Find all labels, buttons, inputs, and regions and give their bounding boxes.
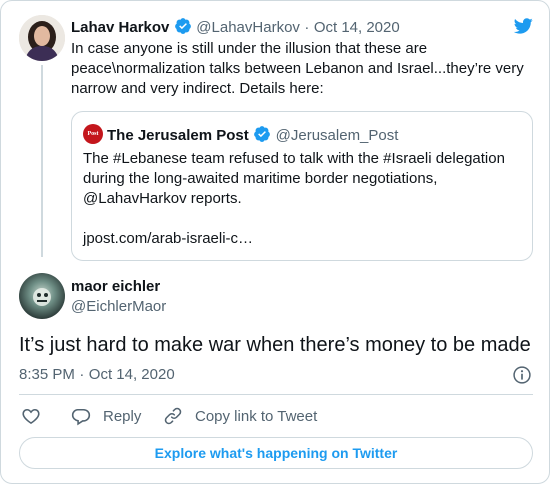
verified-badge-icon (254, 126, 271, 142)
main-tweet-timestamp[interactable]: 8:35 PM · Oct 14, 2020 (19, 366, 175, 384)
reply-bubble-icon (71, 408, 91, 426)
parent-tweet-header: Lahav Harkov @LahavHarkov · Oct 14, 2020 (71, 17, 400, 38)
like-button[interactable] (21, 406, 53, 426)
main-author-name[interactable]: maor eichler (71, 278, 166, 296)
main-author-handle[interactable]: @EichlerMaor (71, 298, 166, 316)
copy-link-label: Copy link to Tweet (195, 407, 318, 425)
maor-eichler-avatar[interactable] (19, 273, 65, 319)
parent-separator: · (304, 19, 310, 36)
info-icon[interactable] (512, 365, 532, 385)
reply-label: Reply (103, 407, 142, 425)
quoted-author-handle: @Jerusalem_Post (275, 127, 399, 144)
parent-author-handle[interactable]: @LahavHarkov (196, 19, 300, 36)
avatar-image (19, 273, 65, 319)
main-tweet-date[interactable]: Oct 14, 2020 (89, 366, 175, 383)
main-separator: · (79, 366, 85, 383)
heart-icon (22, 408, 40, 425)
twitter-bird-icon[interactable] (512, 16, 534, 36)
parent-tweet-text: In case anyone is still under the illusi… (71, 40, 524, 97)
thread-connector-line (41, 65, 43, 257)
verified-badge-icon (174, 18, 191, 34)
avatar-portrait-image (19, 15, 65, 61)
lahav-harkov-avatar[interactable] (19, 15, 65, 61)
quoted-author-name[interactable]: The Jerusalem Post (107, 127, 249, 144)
jerusalem-post-logo-text: Post (87, 131, 99, 137)
main-tweet-text: It’s just hard to make war when there’s … (19, 334, 531, 356)
quoted-tweet-text: The #Lebanese team refused to talk with … (83, 150, 505, 207)
parent-tweet-date[interactable]: Oct 14, 2020 (314, 19, 400, 36)
explore-twitter-button[interactable]: Explore what's happening on Twitter (19, 437, 533, 469)
quoted-tweet-header: The Jerusalem Post @Jerusalem_Post (107, 125, 398, 145)
main-tweet-time[interactable]: 8:35 PM (19, 366, 75, 383)
tweet-embed-card: Lahav Harkov @LahavHarkov · Oct 14, 2020… (0, 0, 550, 484)
explore-label: Explore what's happening on Twitter (154, 445, 398, 461)
quoted-tweet-link[interactable]: jpost.com/arab-israeli-c… (83, 229, 253, 249)
divider (19, 394, 533, 395)
copy-link-button[interactable]: Copy link to Tweet (163, 406, 317, 426)
jerusalem-post-logo: Post (83, 124, 103, 144)
reply-button[interactable]: Reply (71, 406, 141, 426)
parent-author-name[interactable]: Lahav Harkov (71, 19, 169, 36)
link-icon (164, 407, 182, 425)
